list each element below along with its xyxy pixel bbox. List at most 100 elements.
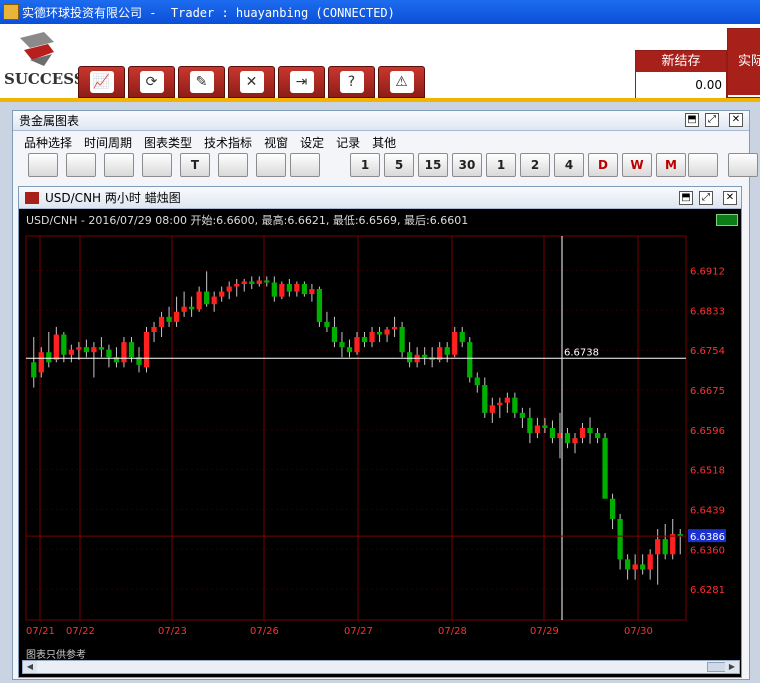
chart-window-icon	[25, 192, 39, 204]
period-month-button[interactable]: M	[656, 153, 686, 177]
color-icon[interactable]	[256, 153, 286, 177]
candle-body	[294, 284, 300, 292]
window-titlebar: 实德环球投资有限公司 - Trader : huayanbing (CONNEC…	[0, 0, 760, 24]
candle-body	[151, 326, 157, 332]
print-icon[interactable]	[66, 153, 96, 177]
x-tick-label: 07/29	[530, 626, 559, 637]
balance-value: 0.00	[636, 72, 726, 98]
candle-body	[316, 289, 323, 322]
candle-body	[534, 425, 541, 434]
menu-item-5[interactable]: 设定	[294, 134, 330, 152]
connection-indicator	[716, 214, 738, 226]
candle-body	[226, 286, 232, 292]
menu-item-1[interactable]: 时间周期	[78, 134, 138, 152]
candle-body	[38, 352, 44, 373]
period-day-button[interactable]: D	[588, 153, 618, 177]
menu-item-6[interactable]: 记录	[330, 134, 366, 152]
period-30m-button[interactable]: 30	[452, 153, 482, 177]
order-icon: ✎	[189, 71, 214, 93]
candle-body	[234, 284, 240, 287]
candle-body	[617, 518, 623, 560]
candle-body	[527, 417, 533, 434]
period-1m-button[interactable]: 1	[350, 153, 380, 177]
plot-area	[25, 235, 687, 621]
scroll-left-icon[interactable]: ◀	[23, 661, 37, 673]
candle-body	[624, 559, 631, 570]
candle-body	[31, 362, 37, 378]
candle-body	[166, 316, 172, 322]
chart-button[interactable]: 📈	[78, 66, 125, 98]
candle-body	[196, 291, 202, 310]
app-icon	[3, 4, 19, 20]
delete-icon[interactable]	[218, 153, 248, 177]
y-tick-label: 6.6912	[690, 266, 725, 277]
restore-icon[interactable]: ⬒	[685, 113, 699, 127]
actual-stat: 实际	[727, 28, 760, 98]
candle-body	[219, 291, 225, 297]
scroll-right-icon[interactable]: ▶	[725, 661, 739, 673]
menu-item-2[interactable]: 图表类型	[138, 134, 198, 152]
candle-body	[143, 332, 150, 368]
chart-maximize-icon[interactable]: ⤢	[699, 191, 713, 205]
ohlc-info-line: USD/CNH - 2016/07/29 08:00 开始:6.6600, 最高…	[26, 214, 469, 227]
y-tick-label: 6.6596	[690, 426, 725, 437]
logo-text: SUCCESS	[4, 70, 85, 88]
chart-toolbar: T 1 5 15 30 1 2 4 D W M	[28, 153, 758, 179]
close-icon[interactable]: ✕	[729, 113, 743, 127]
y-tick-label: 6.6439	[690, 505, 725, 516]
period-5m-button[interactable]: 5	[384, 153, 414, 177]
x-tick-label: 07/27	[344, 626, 373, 637]
candle-body	[512, 397, 518, 413]
x-tick-label: 07/23	[158, 626, 187, 637]
horizontal-scrollbar[interactable]: ◀ ▶	[22, 660, 740, 674]
menu-item-7[interactable]: 其他	[366, 134, 402, 152]
logout-button[interactable]: ⇥	[278, 66, 325, 98]
period-4h-button[interactable]: 4	[554, 153, 584, 177]
tools-icon: ✕	[239, 71, 264, 93]
alert-button[interactable]: ⚠	[378, 66, 425, 98]
candlestick-chart[interactable]: 6.6912 6.6833 6.6754 6.6675 6.6596 6.6518 6.64…	[24, 234, 738, 644]
pen-icon[interactable]	[688, 153, 718, 177]
menu-item-3[interactable]: 技术指标	[198, 134, 258, 152]
candle-body	[361, 337, 368, 343]
menu-item-4[interactable]: 视窗	[258, 134, 294, 152]
zoom-out-icon[interactable]	[142, 153, 172, 177]
text-tool-icon[interactable]: T	[180, 153, 210, 177]
maximize-icon[interactable]: ⤢	[705, 113, 719, 127]
candle-body	[53, 334, 59, 360]
curve-icon[interactable]	[728, 153, 758, 177]
zoom-in-icon[interactable]	[104, 153, 134, 177]
y-tick-label: 6.6754	[690, 346, 725, 357]
candle-body	[339, 342, 345, 348]
refresh-button[interactable]: ⟳	[128, 66, 175, 98]
period-2h-button[interactable]: 2	[520, 153, 550, 177]
logo-mark-icon	[20, 32, 54, 66]
candle-body	[376, 332, 383, 335]
candle-body	[173, 311, 180, 322]
candle-body	[204, 291, 210, 305]
candle-body	[670, 534, 676, 555]
candle-body	[91, 347, 97, 353]
candle-body	[467, 342, 473, 378]
candle-body	[444, 347, 450, 355]
help-button[interactable]: ?	[328, 66, 375, 98]
menu-bar: 品种选择 时间周期 图表类型 技术指标 视窗 设定 记录 其他	[18, 134, 402, 152]
period-15m-button[interactable]: 15	[418, 153, 448, 177]
y-tick-label: 6.6281	[690, 585, 725, 596]
tools-button[interactable]: ✕	[228, 66, 275, 98]
hand-icon[interactable]	[290, 153, 320, 177]
divider	[0, 98, 760, 102]
period-week-button[interactable]: W	[622, 153, 652, 177]
chart-window-title: USD/CNH 两小时 蜡烛图	[45, 191, 181, 205]
chart-close-icon[interactable]: ✕	[723, 191, 737, 205]
line-tool-icon[interactable]	[28, 153, 58, 177]
help-icon: ?	[339, 71, 364, 93]
order-button[interactable]: ✎	[178, 66, 225, 98]
candle-body	[158, 316, 165, 327]
chart-restore-icon[interactable]: ⬒	[679, 191, 693, 205]
period-1h-button[interactable]: 1	[486, 153, 516, 177]
candle-body	[331, 326, 338, 343]
candle-body	[640, 564, 646, 570]
candle-body	[519, 412, 526, 418]
menu-item-0[interactable]: 品种选择	[18, 134, 78, 152]
